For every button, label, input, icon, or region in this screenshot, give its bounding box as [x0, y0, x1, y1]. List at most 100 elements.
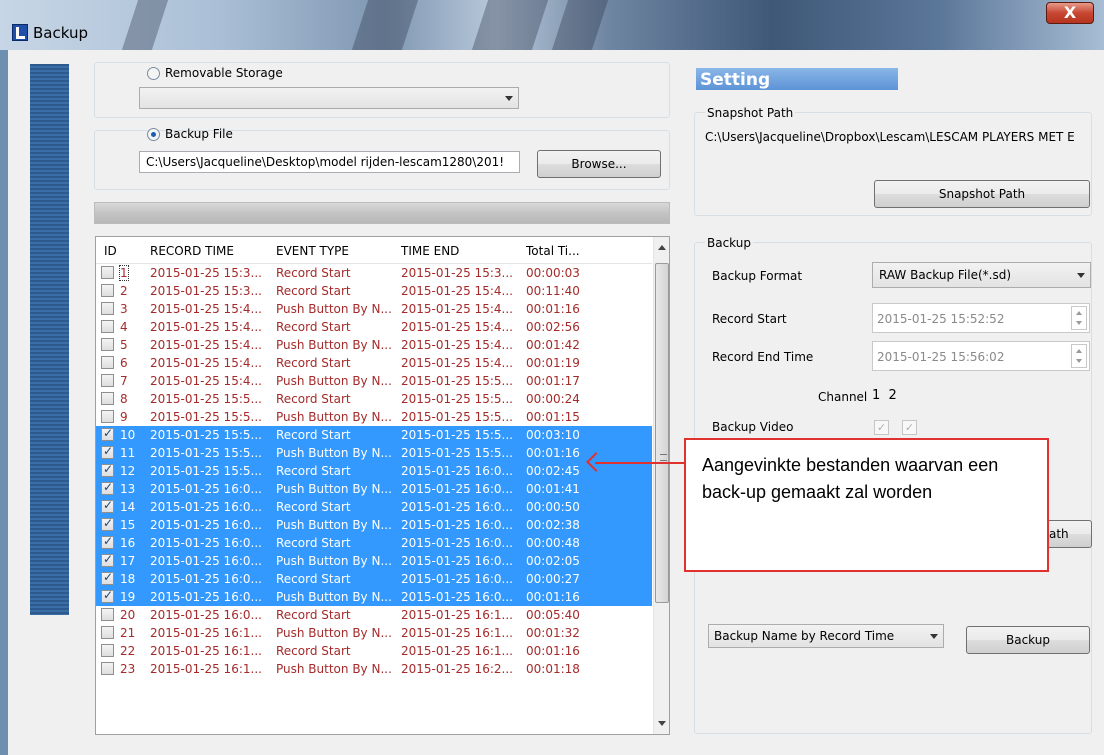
- row-checkbox[interactable]: [101, 480, 114, 495]
- table-row[interactable]: 19 2015-01-25 16:0... Push Button By N... 2…: [96, 588, 652, 606]
- table-row[interactable]: 20 2015-01-25 16:0... Record Start 2015-01-…: [96, 606, 652, 624]
- row-checkbox[interactable]: [101, 552, 114, 567]
- table-row[interactable]: 7 2015-01-25 15:4... Push Button By N... 20…: [96, 372, 652, 390]
- channel-values: 1 2: [872, 388, 897, 403]
- sidebar-decoration: [30, 64, 69, 615]
- removable-storage-select[interactable]: [139, 87, 519, 109]
- row-checkbox[interactable]: [101, 302, 114, 315]
- spin-up-icon[interactable]: [1076, 311, 1082, 315]
- table-row[interactable]: 15 2015-01-25 16:0... Push Button By N... 2…: [96, 516, 652, 534]
- backup-format-select[interactable]: RAW Backup File(*.sd): [872, 262, 1091, 288]
- cell-record-time: 2015-01-25 16:0...: [150, 482, 262, 496]
- cell-record-time: 2015-01-25 15:5...: [150, 428, 262, 442]
- cell-record-time: 2015-01-25 15:3...: [150, 266, 262, 280]
- row-checkbox[interactable]: [101, 320, 114, 333]
- backup-file-path-field[interactable]: C:\Users\Jacqueline\Desktop\model rijden…: [139, 151, 520, 173]
- cell-record-time: 2015-01-25 16:0...: [150, 536, 262, 550]
- backup-name-value: Backup Name by Record Time: [714, 629, 895, 643]
- cell-event-type: Record Start: [276, 644, 351, 658]
- column-header-record-time[interactable]: RECORD TIME: [150, 244, 234, 258]
- cell-id: 3: [120, 302, 128, 316]
- table-scrollbar[interactable]: [653, 237, 669, 734]
- radio-off-icon: [147, 66, 160, 80]
- row-checkbox[interactable]: [101, 356, 114, 369]
- cell-total: 00:03:10: [526, 428, 580, 442]
- backup-name-select[interactable]: Backup Name by Record Time: [708, 624, 944, 648]
- row-checkbox[interactable]: [101, 498, 114, 513]
- spin-down-icon[interactable]: [1076, 359, 1082, 363]
- removable-storage-radio[interactable]: Removable Storage: [147, 66, 283, 80]
- channel-1-checkbox[interactable]: ✓: [874, 420, 889, 435]
- table-row[interactable]: 8 2015-01-25 15:5... Record Start 2015-01-2…: [96, 390, 652, 408]
- row-checkbox[interactable]: [101, 392, 114, 405]
- backup-file-radio[interactable]: Backup File: [147, 127, 233, 141]
- cell-event-type: Push Button By N...: [276, 446, 392, 460]
- cell-total: 00:01:16: [526, 446, 580, 460]
- row-checkbox[interactable]: [101, 338, 114, 351]
- row-checkbox[interactable]: [101, 588, 114, 603]
- column-header-time-end[interactable]: TIME END: [401, 244, 459, 258]
- row-checkbox[interactable]: [101, 534, 114, 549]
- table-row[interactable]: 17 2015-01-25 16:0... Push Button By N... 2…: [96, 552, 652, 570]
- scrollbar-thumb[interactable]: [655, 263, 669, 603]
- backup-button[interactable]: Backup: [966, 626, 1090, 654]
- title-decoration: [551, 0, 609, 50]
- row-checkbox[interactable]: [101, 410, 114, 423]
- row-checkbox[interactable]: [101, 462, 114, 477]
- table-row[interactable]: 6 2015-01-25 15:4... Record Start 2015-01-2…: [96, 354, 652, 372]
- record-end-spinner[interactable]: [1071, 344, 1087, 368]
- row-checkbox[interactable]: [101, 662, 114, 675]
- table-row[interactable]: 12 2015-01-25 15:5... Record Start 2015-01-…: [96, 462, 652, 480]
- cell-time-end: 2015-01-25 16:2...: [401, 662, 513, 676]
- row-checkbox[interactable]: [101, 374, 114, 387]
- row-checkbox[interactable]: [101, 444, 114, 459]
- row-checkbox[interactable]: [101, 426, 114, 441]
- table-row[interactable]: 4 2015-01-25 15:4... Record Start 2015-01-2…: [96, 318, 652, 336]
- table-row[interactable]: 23 2015-01-25 16:1... Push Button By N... 2…: [96, 660, 652, 678]
- row-checkbox[interactable]: [101, 284, 114, 297]
- channel-2-checkbox[interactable]: ✓: [902, 420, 917, 435]
- cell-event-type: Push Button By N...: [276, 626, 392, 640]
- browse-button[interactable]: Browse...: [537, 150, 661, 178]
- row-checkbox[interactable]: [101, 266, 114, 279]
- spin-up-icon[interactable]: [1076, 349, 1082, 353]
- cell-record-time: 2015-01-25 16:0...: [150, 572, 262, 586]
- table-row[interactable]: 10 2015-01-25 15:5... Record Start 2015-01-…: [96, 426, 652, 444]
- column-header-event-type[interactable]: EVENT TYPE: [276, 244, 349, 258]
- row-checkbox[interactable]: [101, 516, 114, 531]
- table-row[interactable]: 18 2015-01-25 16:0... Record Start 2015-01-…: [96, 570, 652, 588]
- annotation-callout: Aangevinkte bestanden waarvan een back-u…: [684, 438, 1049, 572]
- row-checkbox[interactable]: [101, 626, 114, 639]
- cell-total: 00:02:05: [526, 554, 580, 568]
- row-checkbox[interactable]: [101, 644, 114, 657]
- cell-total: 00:02:56: [526, 320, 580, 334]
- table-row[interactable]: 11 2015-01-25 15:5... Push Button By N... 2…: [96, 444, 652, 462]
- row-checkbox[interactable]: [101, 570, 114, 585]
- table-row[interactable]: 13 2015-01-25 16:0... Push Button By N... 2…: [96, 480, 652, 498]
- table-row[interactable]: 14 2015-01-25 16:0... Record Start 2015-01-…: [96, 498, 652, 516]
- cell-record-time: 2015-01-25 16:1...: [150, 626, 262, 640]
- cell-event-type: Push Button By N...: [276, 590, 392, 604]
- table-row[interactable]: 2 2015-01-25 15:3... Record Start 2015-01-2…: [96, 282, 652, 300]
- record-start-field[interactable]: 2015-01-25 15:52:52: [872, 303, 1090, 333]
- table-row[interactable]: 3 2015-01-25 15:4... Push Button By N... 20…: [96, 300, 652, 318]
- spin-down-icon[interactable]: [1076, 321, 1082, 325]
- cell-record-time: 2015-01-25 16:1...: [150, 644, 262, 658]
- table-row[interactable]: 1 2015-01-25 15:3... Record Start 2015-01-2…: [96, 264, 652, 282]
- record-end-field[interactable]: 2015-01-25 15:56:02: [872, 341, 1090, 371]
- scroll-down-icon[interactable]: [658, 721, 666, 726]
- path-button[interactable]: ath: [1044, 520, 1092, 548]
- column-header-total-time[interactable]: Total Ti...: [526, 244, 580, 258]
- column-header-id[interactable]: ID: [104, 244, 117, 258]
- table-row[interactable]: 16 2015-01-25 16:0... Record Start 2015-01-…: [96, 534, 652, 552]
- snapshot-path-button[interactable]: Snapshot Path: [874, 180, 1090, 208]
- table-row[interactable]: 21 2015-01-25 16:1... Push Button By N... 2…: [96, 624, 652, 642]
- table-row[interactable]: 22 2015-01-25 16:1... Record Start 2015-01-…: [96, 642, 652, 660]
- table-row[interactable]: 9 2015-01-25 15:5... Push Button By N... 20…: [96, 408, 652, 426]
- close-button[interactable]: X: [1046, 2, 1094, 24]
- record-start-spinner[interactable]: [1071, 306, 1087, 330]
- table-row[interactable]: 5 2015-01-25 15:4... Push Button By N... 20…: [96, 336, 652, 354]
- row-checkbox[interactable]: [101, 608, 114, 621]
- scroll-up-icon[interactable]: [658, 245, 666, 250]
- cell-record-time: 2015-01-25 15:5...: [150, 446, 262, 460]
